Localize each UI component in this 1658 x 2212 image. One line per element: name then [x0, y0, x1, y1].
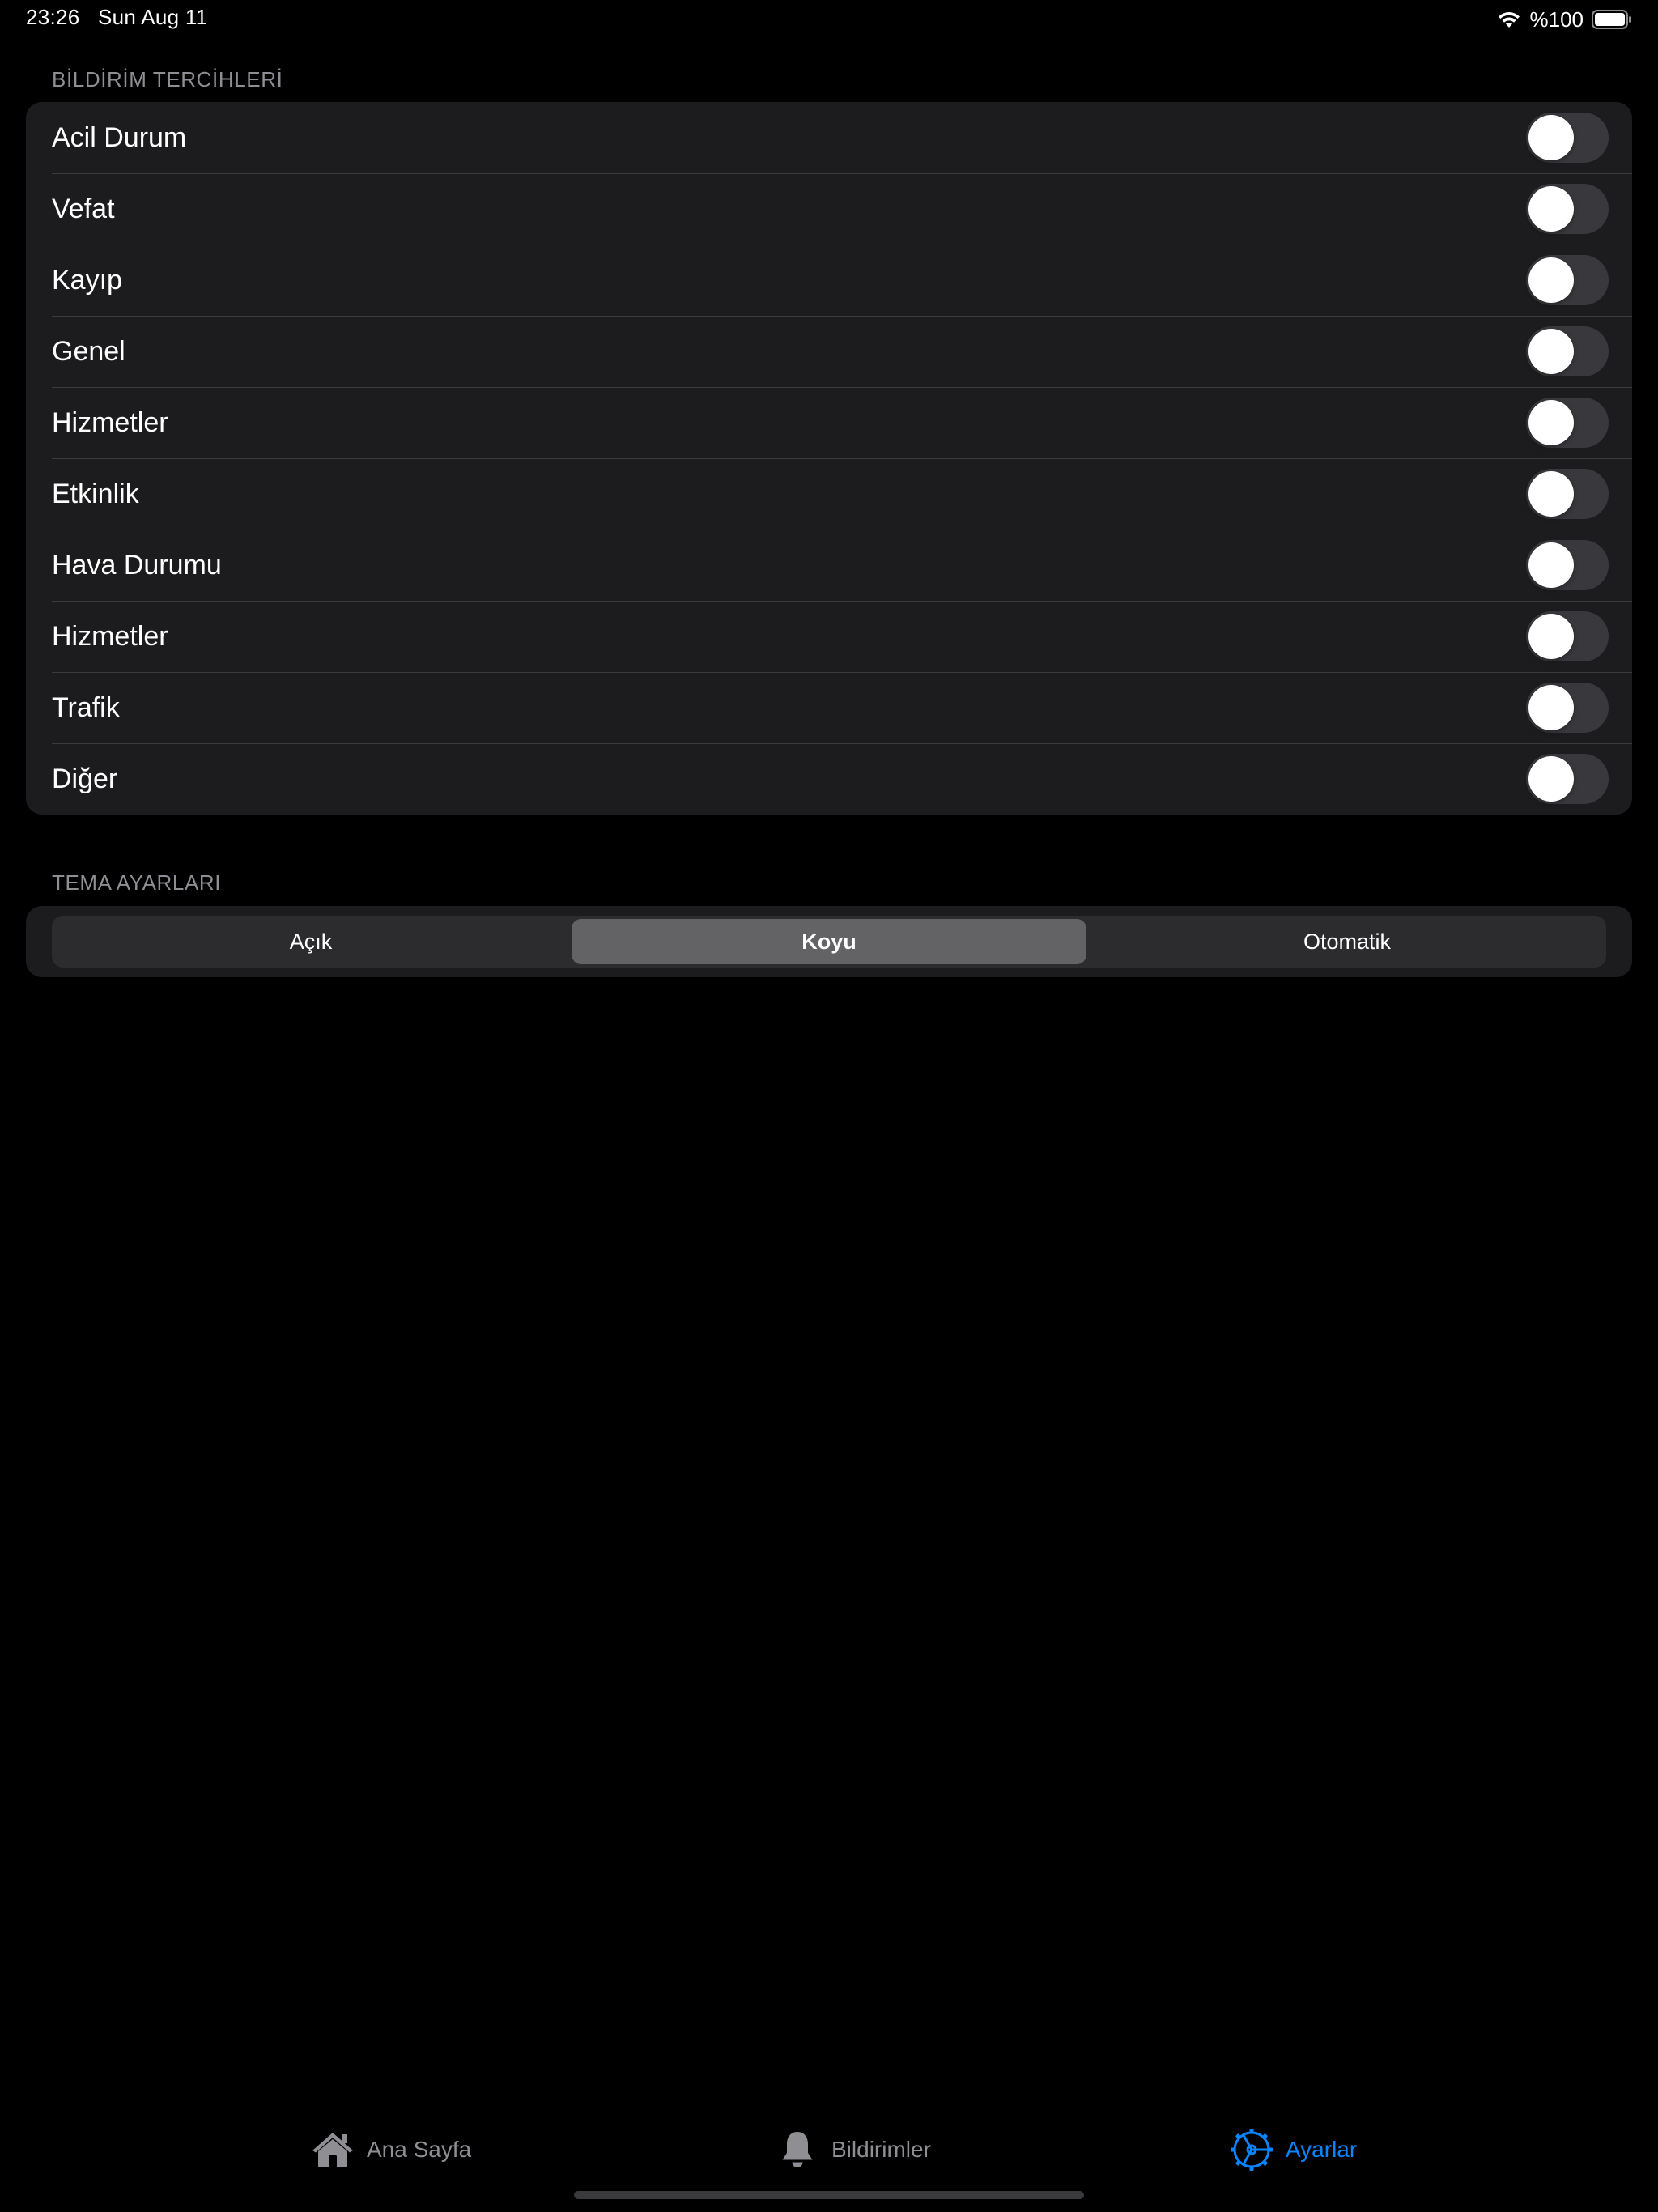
hizmetler-2-toggle[interactable] [1526, 611, 1609, 661]
kayip-toggle[interactable] [1526, 255, 1609, 305]
toggle-knob [1528, 471, 1574, 517]
tab-notifications[interactable]: Bildirimler [775, 2113, 931, 2186]
home-indicator[interactable] [574, 2191, 1084, 2199]
tab-bar: Ana Sayfa Bildirimler Ayarlar [0, 2113, 1658, 2186]
row-label: Acil Durum [52, 121, 187, 153]
toggle-knob [1528, 614, 1574, 659]
tab-home[interactable]: Ana Sayfa [310, 2113, 471, 2186]
toggle-knob [1528, 186, 1574, 232]
notification-row-diger: Diğer [26, 743, 1632, 815]
notifications-list: Acil Durum Vefat Kayıp Genel Hizmetler E… [26, 102, 1632, 815]
row-label: Hizmetler [52, 620, 168, 652]
tab-label: Bildirimler [831, 2137, 931, 2162]
battery-percentage: %100 [1529, 6, 1584, 32]
notification-row-trafik: Trafik [26, 672, 1632, 743]
row-label: Genel [52, 335, 125, 367]
status-bar: 23:26 Sun Aug 11 %100 [0, 0, 1658, 39]
row-label: Hava Durumu [52, 549, 222, 581]
row-label: Etkinlik [52, 478, 139, 509]
row-label: Kayıp [52, 264, 122, 296]
notification-row-hizmetler-2: Hizmetler [26, 601, 1632, 672]
notification-row-hizmetler: Hizmetler [26, 387, 1632, 458]
notification-row-kayip: Kayıp [26, 245, 1632, 316]
etkinlik-toggle[interactable] [1526, 469, 1609, 519]
toggle-knob [1528, 329, 1574, 374]
theme-option-dark[interactable]: Koyu [572, 919, 1086, 964]
notification-row-hava-durumu: Hava Durumu [26, 530, 1632, 601]
toggle-knob [1528, 257, 1574, 303]
wifi-icon [1498, 12, 1520, 28]
acil-durum-toggle[interactable] [1526, 113, 1609, 163]
toggle-knob [1528, 756, 1574, 802]
gear-icon [1231, 2129, 1273, 2171]
theme-segmented-control: Açık Koyu Otomatik [52, 916, 1606, 968]
row-label: Vefat [52, 193, 115, 224]
notification-row-genel: Genel [26, 316, 1632, 387]
tab-label: Ayarlar [1286, 2137, 1358, 2162]
row-label: Diğer [52, 763, 118, 794]
toggle-knob [1528, 115, 1574, 160]
trafik-toggle[interactable] [1526, 683, 1609, 733]
home-icon [312, 2133, 353, 2167]
theme-option-auto[interactable]: Otomatik [1090, 919, 1605, 964]
notification-row-vefat: Vefat [26, 173, 1632, 245]
theme-option-light[interactable]: Açık [53, 919, 568, 964]
tab-label: Ana Sayfa [367, 2137, 472, 2162]
status-date: Sun Aug 11 [98, 5, 208, 29]
vefat-toggle[interactable] [1526, 184, 1609, 234]
status-time: 23:26 [26, 5, 80, 29]
theme-section-header: TEMA AYARLARI [52, 870, 222, 895]
toggle-knob [1528, 685, 1574, 730]
hava-durumu-toggle[interactable] [1526, 540, 1609, 590]
notification-row-etkinlik: Etkinlik [26, 458, 1632, 530]
battery-icon [1592, 10, 1631, 29]
toggle-knob [1528, 542, 1574, 588]
row-label: Hizmetler [52, 406, 168, 438]
theme-card: Açık Koyu Otomatik [26, 906, 1632, 977]
genel-toggle[interactable] [1526, 326, 1609, 376]
bell-icon [782, 2132, 813, 2167]
diger-toggle[interactable] [1526, 754, 1609, 804]
row-label: Trafik [52, 691, 120, 723]
settings-screen: 23:26 Sun Aug 11 %100 BİLDİRİM TERCİHLER… [0, 0, 1658, 2212]
notification-row-acil-durum: Acil Durum [26, 102, 1632, 173]
toggle-knob [1528, 400, 1574, 445]
tab-settings[interactable]: Ayarlar [1229, 2113, 1357, 2186]
hizmetler-toggle[interactable] [1526, 398, 1609, 448]
notifications-section-header: BİLDİRİM TERCİHLERİ [52, 67, 283, 91]
status-indicators: %100 [1496, 6, 1633, 32]
